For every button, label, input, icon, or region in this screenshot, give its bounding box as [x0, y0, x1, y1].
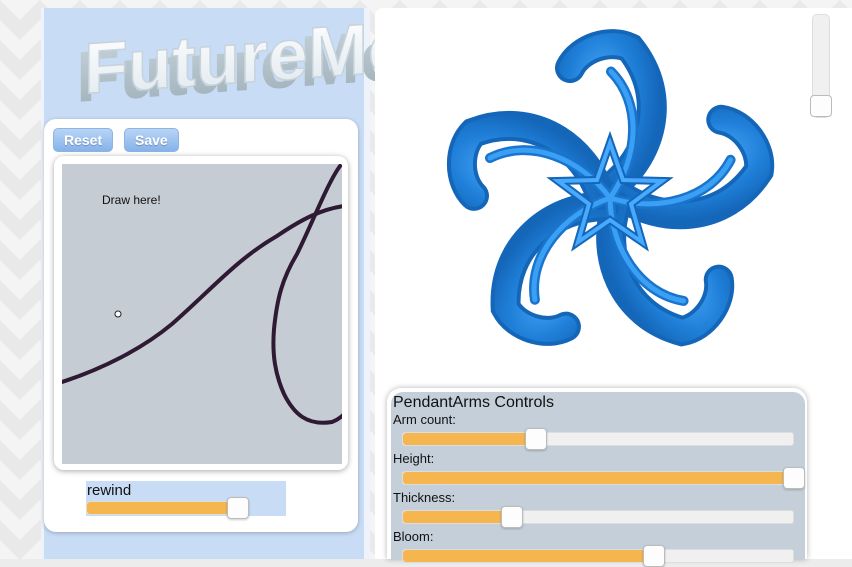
pendant-model-view[interactable] [405, 28, 815, 368]
thickness-slider-fill [403, 511, 511, 523]
rewind-control: rewind [86, 481, 286, 519]
height-slider-thumb[interactable] [783, 467, 805, 489]
thickness-label: Thickness: [393, 490, 456, 505]
reset-button[interactable]: Reset [53, 128, 114, 152]
height-slider[interactable] [402, 467, 805, 489]
drawn-stroke [62, 164, 342, 425]
arm-count-slider[interactable] [402, 428, 794, 450]
thickness-slider-thumb[interactable] [501, 506, 523, 528]
rewind-slider-thumb[interactable] [227, 497, 249, 519]
save-button[interactable]: Save [124, 128, 179, 152]
arm-count-slider-fill [403, 433, 535, 445]
rewind-slider[interactable] [86, 497, 249, 519]
futureme-logo: FutureMe FutureMe [48, 6, 409, 118]
arm-count-label: Arm count: [393, 412, 456, 427]
height-label: Height: [393, 451, 435, 466]
drawing-canvas[interactable]: Draw here! [62, 164, 342, 464]
cursor-dot [114, 310, 122, 318]
height-slider-fill [403, 472, 793, 484]
bloom-label: Bloom: [393, 529, 434, 544]
arm-count-slider-thumb[interactable] [525, 428, 547, 450]
bloom-slider[interactable] [402, 545, 794, 567]
bloom-slider-fill [403, 550, 653, 562]
thickness-slider[interactable] [402, 506, 794, 528]
controls-title: PendantArms Controls [393, 394, 554, 411]
rewind-slider-fill [87, 502, 239, 514]
rewind-label: rewind [87, 482, 132, 499]
bloom-slider-thumb[interactable] [643, 545, 665, 567]
